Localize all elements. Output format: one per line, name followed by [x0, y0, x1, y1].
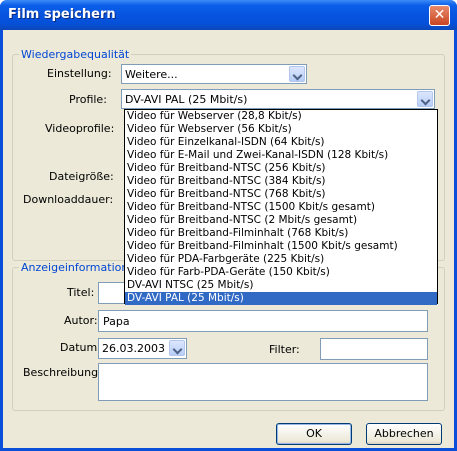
- chevron-down-icon[interactable]: [169, 340, 185, 356]
- profile-option[interactable]: Video für Farb-PDA-Geräte (150 Kbit/s): [125, 266, 437, 279]
- profile-option[interactable]: Video für Breitband-NTSC (2 Mbit/s gesam…: [125, 214, 437, 227]
- profile-option[interactable]: DV-AVI NTSC (25 Mbit/s): [125, 279, 437, 292]
- profile-option[interactable]: Video für Breitband-Filminhalt (1500 Kbi…: [125, 240, 437, 253]
- profile-option[interactable]: Video für Breitband-NTSC (384 Kbit/s): [125, 175, 437, 188]
- autor-field[interactable]: Papa: [98, 310, 428, 332]
- profile-dropdown-list[interactable]: Video für Webserver (28,8 Kbit/s) Video f…: [124, 109, 438, 305]
- window-title: Film speichern: [8, 7, 116, 22]
- downloaddauer-label: Downloaddauer:: [23, 193, 114, 206]
- profile-option[interactable]: Video für Breitband-NTSC (1500 Kbit/s ge…: [125, 201, 437, 214]
- dialog-window: Film speichern ✕ Wiedergabequalität Eins…: [0, 0, 457, 451]
- videoprofile-label: Videoprofile:: [45, 122, 115, 135]
- titel-label: Titel:: [67, 286, 95, 299]
- ok-button[interactable]: OK: [276, 423, 352, 445]
- profile-option[interactable]: DV-AVI PAL (25 Mbit/s): [125, 292, 437, 305]
- close-button[interactable]: ✕: [429, 5, 450, 26]
- profile-option[interactable]: Video für Einzelkanal-ISDN (64 Kbit/s): [125, 136, 437, 149]
- beschreibung-label: Beschreibung:: [23, 366, 102, 379]
- einstellung-value: Weitere...: [125, 68, 178, 81]
- playback-quality-legend: Wiedergabequalität: [19, 48, 132, 61]
- profile-option[interactable]: Video für PDA-Farbgeräte (225 Kbit/s): [125, 253, 437, 266]
- einstellung-combo[interactable]: Weitere...: [121, 64, 307, 84]
- autor-label: Autor:: [64, 314, 98, 327]
- profile-option[interactable]: Video für Webserver (56 Kbit/s): [125, 123, 437, 136]
- chevron-down-icon[interactable]: [289, 66, 305, 82]
- close-icon: ✕: [433, 7, 446, 23]
- filter-field[interactable]: [320, 338, 428, 360]
- filter-label: Filter:: [269, 343, 300, 356]
- profile-combo[interactable]: DV-AVI PAL (25 Mbit/s): [121, 89, 435, 109]
- datum-picker[interactable]: 26.03.2003: [98, 338, 187, 359]
- dateigroesse-label: Dateigröße:: [49, 170, 114, 183]
- profile-label: Profile:: [69, 93, 107, 106]
- cancel-button[interactable]: Abbrechen: [366, 423, 442, 445]
- datum-label: Datum:: [60, 341, 101, 354]
- profile-option[interactable]: Video für Breitband-Filminhalt (768 Kbit…: [125, 227, 437, 240]
- profile-option[interactable]: Video für Webserver (28,8 Kbit/s): [125, 110, 437, 123]
- chevron-down-icon[interactable]: [417, 91, 433, 107]
- einstellung-label: Einstellung:: [47, 67, 112, 80]
- datum-value: 26.03.2003: [102, 342, 165, 355]
- profile-option[interactable]: Video für Breitband-NTSC (768 Kbit/s): [125, 188, 437, 201]
- title-bar[interactable]: Film speichern ✕: [0, 0, 457, 30]
- dialog-body: Wiedergabequalität Einstellung: Weitere.…: [3, 30, 454, 448]
- profile-option[interactable]: Video für Breitband-NTSC (256 Kbit/s): [125, 162, 437, 175]
- beschreibung-field[interactable]: [98, 363, 428, 401]
- profile-option[interactable]: Video für E-Mail und Zwei-Kanal-ISDN (12…: [125, 149, 437, 162]
- profile-value: DV-AVI PAL (25 Mbit/s): [125, 93, 248, 106]
